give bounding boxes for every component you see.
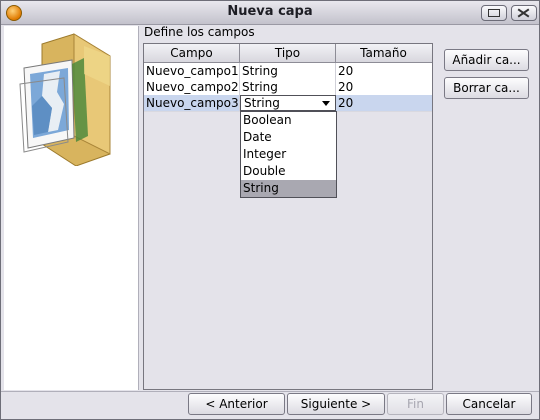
delete-field-button[interactable]: Borrar ca... [444, 77, 529, 99]
minimize-icon[interactable] [481, 5, 507, 21]
dropdown-option-date[interactable]: Date [241, 129, 336, 146]
dropdown-option-double[interactable]: Double [241, 163, 336, 180]
type-combobox-value: String [244, 96, 280, 110]
cell-tamano[interactable]: 20 [336, 79, 432, 95]
type-combobox[interactable]: String [240, 95, 336, 111]
chevron-down-icon[interactable] [322, 101, 330, 106]
cell-campo[interactable]: Nuevo_campo1 [144, 63, 240, 79]
table-header: Campo Tipo Tamaño [144, 44, 432, 63]
column-header-tamano[interactable]: Tamaño [336, 44, 431, 62]
window-title: Nueva capa [227, 4, 313, 19]
section-label: Define los campos [144, 25, 255, 39]
nueva-capa-window: Nueva capa Define los campos Campo Tipo … [0, 0, 540, 420]
finish-button[interactable]: Fin [387, 393, 444, 415]
back-button[interactable]: < Anterior [188, 393, 285, 415]
cell-campo[interactable]: Nuevo_campo2 [144, 79, 240, 95]
cell-tamano[interactable]: 20 [336, 63, 432, 79]
column-header-tipo[interactable]: Tipo [240, 44, 336, 62]
table-row[interactable]: Nuevo_campo1 String 20 [144, 63, 432, 80]
cancel-button[interactable]: Cancelar [446, 393, 532, 415]
title-bar[interactable]: Nueva capa [1, 1, 539, 25]
table-row[interactable]: Nuevo_campo2 String 20 [144, 79, 432, 96]
close-icon[interactable] [511, 5, 537, 21]
cell-tipo[interactable]: String [240, 63, 336, 79]
next-button[interactable]: Siguiente > [287, 393, 385, 415]
cell-tamano[interactable]: 20 [336, 95, 432, 111]
divider [1, 391, 539, 392]
fields-table[interactable]: Campo Tipo Tamaño Nuevo_campo1 String 20… [143, 43, 433, 390]
dropdown-option-boolean[interactable]: Boolean [241, 112, 336, 129]
cell-campo[interactable]: Nuevo_campo3 [144, 95, 240, 111]
table-row-selected[interactable]: Nuevo_campo3 String 20 [144, 95, 432, 112]
wizard-image-panel [4, 26, 139, 390]
add-field-button[interactable]: Añadir ca... [444, 49, 529, 71]
dropdown-option-string[interactable]: String [241, 180, 336, 197]
column-header-campo[interactable]: Campo [144, 44, 240, 62]
dropdown-option-integer[interactable]: Integer [241, 146, 336, 163]
type-dropdown-list[interactable]: Boolean Date Integer Double String [240, 111, 337, 198]
cell-tipo[interactable]: String [240, 79, 336, 95]
folder-with-map-icon [19, 33, 111, 166]
